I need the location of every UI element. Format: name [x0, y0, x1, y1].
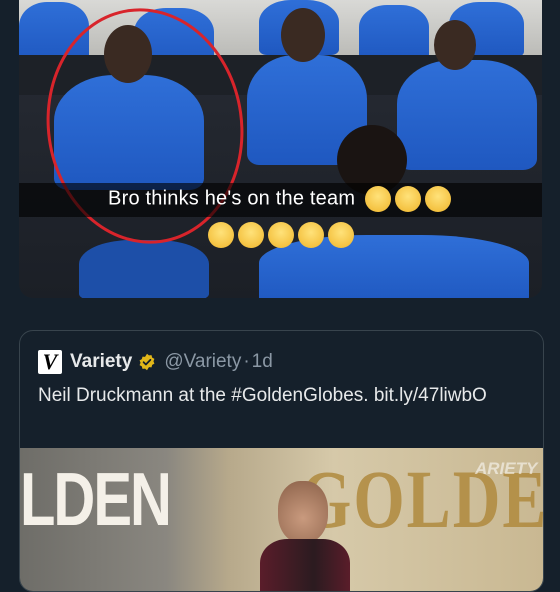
relieved-face-emoji	[207, 222, 234, 248]
quoted-tweet-header: V Variety @Variety · 1d	[38, 349, 273, 375]
player-head	[434, 20, 476, 70]
photo-caption: Bro thinks he's on the team	[19, 186, 542, 212]
relieved-face-emoji	[237, 222, 264, 248]
person-head	[278, 481, 328, 543]
variety-logo-avatar[interactable]: V	[38, 350, 62, 374]
emoji-row	[19, 222, 542, 248]
separator-dot: ·	[243, 351, 250, 372]
relieved-face-emoji	[327, 222, 354, 248]
account-handle[interactable]: @Variety	[164, 351, 241, 373]
account-name[interactable]: Variety	[70, 351, 132, 373]
relieved-face-emoji	[424, 186, 451, 212]
person-body	[260, 539, 350, 591]
player-head	[281, 8, 325, 62]
verified-badge-icon	[139, 353, 155, 371]
player-figure	[79, 240, 209, 298]
backdrop-text-left: LDEN	[20, 457, 172, 542]
relieved-face-emoji	[267, 222, 294, 248]
media-photo[interactable]: Bro thinks he's on the team	[19, 0, 542, 298]
relieved-face-emoji	[364, 186, 391, 212]
timestamp[interactable]: 1d	[252, 351, 273, 373]
player-figure	[397, 60, 537, 170]
quoted-tweet-card[interactable]: V Variety @Variety · 1d Neil Druckmann a…	[19, 330, 544, 592]
caption-text: Bro thinks he's on the team	[108, 187, 356, 210]
relieved-face-emoji	[297, 222, 324, 248]
player-figure	[359, 5, 429, 60]
quoted-tweet-text: Neil Druckmann at the #GoldenGlobes. bit…	[38, 385, 487, 406]
variety-watermark: ARIETY	[475, 459, 538, 478]
relieved-face-emoji	[394, 186, 421, 212]
